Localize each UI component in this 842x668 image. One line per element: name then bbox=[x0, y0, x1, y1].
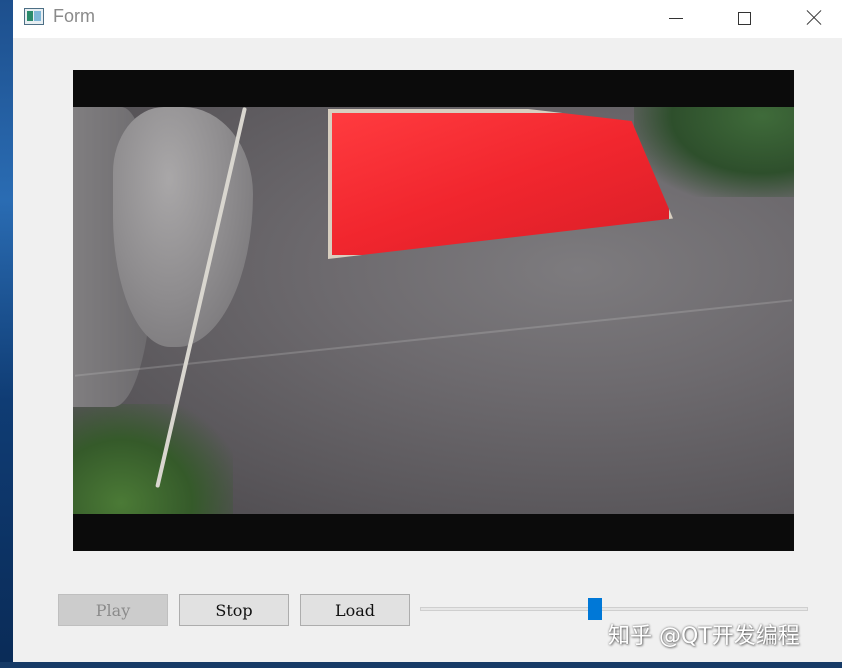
video-widget bbox=[73, 70, 794, 551]
window-title: Form bbox=[53, 6, 95, 26]
title-bar[interactable]: Form bbox=[13, 0, 842, 38]
video-frame bbox=[73, 107, 794, 514]
form-window: Form Play Stop Load 知乎 @QT开发编程 bbox=[13, 0, 842, 662]
position-slider[interactable] bbox=[420, 598, 808, 620]
maximize-button[interactable] bbox=[721, 0, 767, 36]
minimize-button[interactable] bbox=[653, 0, 699, 36]
red-blanket bbox=[328, 109, 673, 259]
maximize-icon bbox=[737, 11, 751, 25]
slider-handle[interactable] bbox=[587, 598, 602, 620]
slider-track[interactable] bbox=[420, 607, 808, 611]
foliage-bottom-left bbox=[73, 404, 233, 514]
app-window-icon bbox=[24, 8, 44, 25]
minimize-icon bbox=[669, 17, 683, 19]
elephant-ear bbox=[113, 107, 253, 347]
close-icon bbox=[806, 10, 822, 26]
close-button[interactable] bbox=[791, 0, 837, 36]
desktop-background-strip bbox=[0, 0, 13, 668]
watermark-text: 知乎 @QT开发编程 bbox=[608, 624, 800, 649]
taskbar-edge bbox=[0, 662, 842, 668]
play-button[interactable]: Play bbox=[58, 594, 168, 626]
stop-button[interactable]: Stop bbox=[179, 594, 289, 626]
load-button[interactable]: Load bbox=[300, 594, 410, 626]
